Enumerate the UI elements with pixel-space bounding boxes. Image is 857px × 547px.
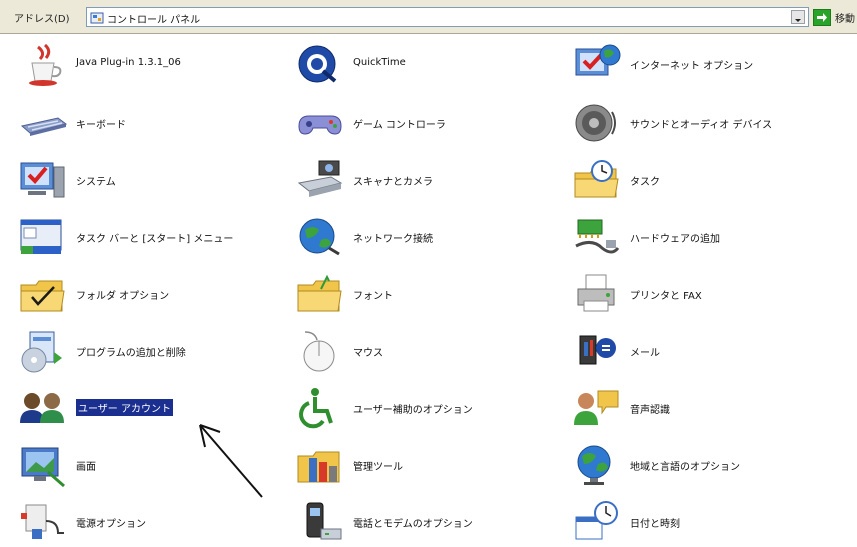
cp-item-label: 日付と時刻 (630, 519, 680, 530)
cp-item-quicktime[interactable]: QuickTime (295, 39, 555, 89)
go-label[interactable]: 移動 (835, 10, 855, 25)
cp-item-label: キーボード (76, 120, 126, 131)
cp-item-phone-modem[interactable]: 電話とモデムのオプション (295, 497, 555, 547)
address-field[interactable]: コントロール パネル (86, 7, 809, 27)
globe-icon (572, 442, 622, 488)
scheduled-tasks-icon (572, 157, 622, 203)
cp-item-power-options[interactable]: 電源オプション (18, 497, 278, 547)
cp-item-scheduled-tasks[interactable]: タスク (572, 155, 832, 205)
address-bar: アドレス(D) コントロール パネル 移動 (0, 0, 857, 34)
address-label: アドレス(D) (14, 14, 70, 25)
cp-item-label: フォント (353, 291, 393, 302)
speaker-icon (572, 100, 622, 146)
add-hardware-icon (572, 214, 622, 260)
cp-item-mail[interactable]: メール (572, 326, 832, 376)
cp-item-label: タスク バーと [スタート] メニュー (76, 234, 234, 245)
quicktime-icon (295, 41, 345, 87)
cp-item-game-controllers[interactable]: ゲーム コントローラ (295, 98, 555, 148)
cp-item-label: 音声認識 (630, 405, 670, 416)
go-arrow-icon (817, 13, 827, 22)
printer-icon (572, 271, 622, 317)
date-time-icon (572, 499, 622, 545)
address-value: コントロール パネル (107, 15, 201, 26)
cp-item-label: 地域と言語のオプション (630, 462, 740, 473)
cp-item-scanners-cameras[interactable]: スキャナとカメラ (295, 155, 555, 205)
speech-icon (572, 385, 622, 431)
game-controller-icon (295, 100, 345, 146)
accessibility-icon (295, 385, 345, 431)
cp-item-java[interactable]: Java Plug-in 1.3.1_06 (18, 39, 278, 89)
go-button[interactable] (813, 9, 831, 26)
control-panel-icon (90, 10, 104, 24)
cp-item-taskbar[interactable]: タスク バーと [スタート] メニュー (18, 212, 278, 262)
internet-options-icon (572, 41, 622, 87)
address-dropdown-button[interactable] (791, 10, 805, 24)
cp-item-label: フォルダ オプション (76, 291, 170, 302)
cp-item-sounds[interactable]: サウンドとオーディオ デバイス (572, 98, 832, 148)
cp-item-label: システム (76, 177, 116, 188)
system-icon (18, 157, 68, 203)
cp-item-label: メール (630, 348, 660, 359)
cp-item-admin-tools[interactable]: 管理ツール (295, 440, 555, 490)
cp-item-regional-language[interactable]: 地域と言語のオプション (572, 440, 832, 490)
cp-item-label: プログラムの追加と削除 (76, 348, 186, 359)
chevron-down-icon (795, 19, 801, 22)
keyboard-icon (18, 100, 68, 146)
scanner-camera-icon (295, 157, 345, 203)
fonts-folder-icon (295, 271, 345, 317)
cp-item-label: ユーザー アカウント (76, 399, 173, 416)
taskbar-icon (18, 214, 68, 260)
cp-item-label: インターネット オプション (630, 61, 754, 72)
mouse-icon (295, 328, 345, 374)
cp-item-label: マウス (353, 348, 383, 359)
folder-options-icon (18, 271, 68, 317)
cp-item-display[interactable]: 画面 (18, 440, 278, 490)
cp-item-system[interactable]: システム (18, 155, 278, 205)
network-icon (295, 214, 345, 260)
mail-icon (572, 328, 622, 374)
cp-item-mouse[interactable]: マウス (295, 326, 555, 376)
cp-item-add-hardware[interactable]: ハードウェアの追加 (572, 212, 832, 262)
cp-item-add-remove-programs[interactable]: プログラムの追加と削除 (18, 326, 278, 376)
user-accounts-icon (18, 385, 68, 431)
cp-item-label: 画面 (76, 462, 96, 473)
java-cup-icon (18, 41, 68, 87)
cp-item-label: タスク (630, 177, 660, 188)
cp-item-fonts[interactable]: フォント (295, 269, 555, 319)
cp-item-label: プリンタと FAX (630, 291, 702, 302)
cp-item-label: ユーザー補助のオプション (353, 405, 473, 416)
display-icon (18, 442, 68, 488)
cp-item-label: ゲーム コントローラ (353, 120, 446, 131)
phone-modem-icon (295, 499, 345, 545)
cp-item-label: ハードウェアの追加 (630, 234, 720, 245)
cp-item-internet-options[interactable]: インターネット オプション (572, 39, 832, 89)
cp-item-accessibility[interactable]: ユーザー補助のオプション (295, 383, 555, 433)
cp-item-keyboard[interactable]: キーボード (18, 98, 278, 148)
add-remove-programs-icon (18, 328, 68, 374)
cp-item-label: 管理ツール (353, 462, 403, 473)
cp-item-printers-fax[interactable]: プリンタと FAX (572, 269, 832, 319)
cp-item-folder-options[interactable]: フォルダ オプション (18, 269, 278, 319)
cp-item-label: スキャナとカメラ (353, 177, 433, 188)
power-options-icon (18, 499, 68, 545)
cp-item-user-accounts[interactable]: ユーザー アカウント (18, 383, 278, 433)
control-panel-items: Java Plug-in 1.3.1_06 キーボード システム タスク バーと… (0, 34, 857, 540)
cp-item-label: ネットワーク接続 (353, 234, 433, 245)
cp-item-label: Java Plug-in 1.3.1_06 (76, 57, 181, 68)
admin-tools-icon (295, 442, 345, 488)
cp-item-speech[interactable]: 音声認識 (572, 383, 832, 433)
cp-item-label: 電源オプション (76, 519, 146, 530)
cp-item-label: 電話とモデムのオプション (353, 519, 473, 530)
cp-item-label: サウンドとオーディオ デバイス (630, 120, 773, 131)
cp-item-network[interactable]: ネットワーク接続 (295, 212, 555, 262)
cp-item-date-time[interactable]: 日付と時刻 (572, 497, 832, 547)
cp-item-label: QuickTime (353, 57, 406, 68)
